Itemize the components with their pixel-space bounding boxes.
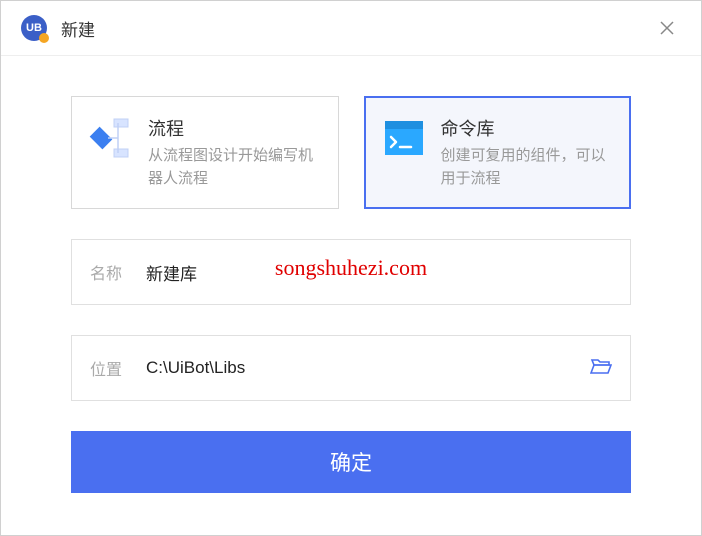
name-input[interactable]: [146, 262, 612, 282]
name-field[interactable]: 名称: [71, 239, 631, 305]
browse-button[interactable]: [590, 356, 612, 381]
type-card-group: 流程 从流程图设计开始编写机器人流程 命令库 创建可复用的组件，可以用于流程: [71, 96, 631, 209]
app-logo-icon: UB: [21, 15, 47, 41]
close-button[interactable]: [653, 14, 681, 42]
name-label: 名称: [90, 260, 146, 284]
card-flow[interactable]: 流程 从流程图设计开始编写机器人流程: [71, 96, 339, 209]
path-input[interactable]: [146, 358, 590, 378]
card-flow-desc: 从流程图设计开始编写机器人流程: [148, 145, 322, 190]
close-icon: [659, 20, 675, 36]
dialog-content: 流程 从流程图设计开始编写机器人流程 命令库 创建可复用的组件，可以用于流程 名…: [1, 56, 701, 493]
card-library-text: 命令库 创建可复用的组件，可以用于流程: [441, 115, 615, 190]
card-flow-title: 流程: [148, 115, 322, 141]
terminal-icon: [381, 115, 427, 161]
folder-open-icon: [590, 356, 612, 376]
path-field[interactable]: 位置: [71, 335, 631, 401]
confirm-button[interactable]: 确定: [71, 431, 631, 493]
card-flow-text: 流程 从流程图设计开始编写机器人流程: [148, 115, 322, 190]
window-title: 新建: [61, 16, 95, 41]
path-label: 位置: [90, 356, 146, 380]
card-library-title: 命令库: [441, 115, 615, 141]
card-library[interactable]: 命令库 创建可复用的组件，可以用于流程: [364, 96, 632, 209]
card-library-desc: 创建可复用的组件，可以用于流程: [441, 145, 615, 190]
titlebar: UB 新建: [1, 1, 701, 56]
flow-icon: [88, 115, 134, 161]
